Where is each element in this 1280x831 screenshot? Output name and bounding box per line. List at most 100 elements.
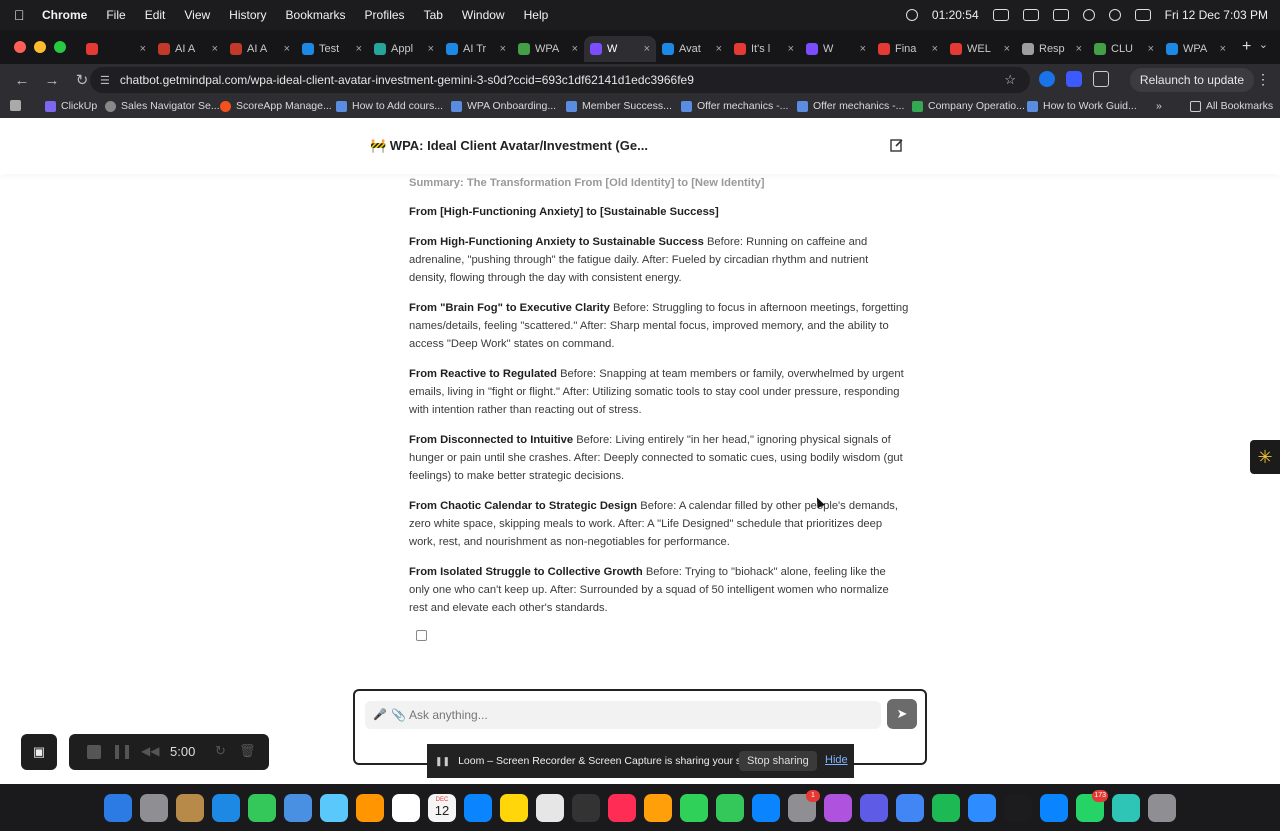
control-center-icon[interactable]: [1134, 9, 1151, 21]
dock-app-icon[interactable]: [464, 793, 492, 822]
keyboard-icon[interactable]: [1022, 9, 1039, 21]
dock-app-icon[interactable]: [608, 793, 636, 822]
menu-edit[interactable]: Edit: [145, 8, 166, 22]
new-tab-button[interactable]: +: [1242, 38, 1251, 56]
close-tab-icon[interactable]: ×: [644, 43, 650, 55]
dock-app-icon[interactable]: [932, 793, 960, 822]
tab-search-chevron-icon[interactable]: ⌄: [1259, 38, 1268, 51]
bookmark-item[interactable]: Offer mechanics -...: [681, 100, 788, 112]
all-bookmarks[interactable]: All Bookmarks: [1190, 100, 1273, 112]
bookmark-item[interactable]: Offer mechanics -...: [797, 100, 904, 112]
stop-sharing-button[interactable]: Stop sharing: [739, 751, 817, 771]
browser-tab[interactable]: Resp ×: [1016, 36, 1088, 62]
close-tab-icon[interactable]: ×: [716, 43, 722, 55]
apple-menu-icon[interactable]: : [14, 8, 28, 22]
close-tab-icon[interactable]: ×: [932, 43, 938, 55]
dock-app-icon[interactable]: [140, 793, 168, 822]
bookmarks-overflow-icon[interactable]: »: [1156, 100, 1162, 112]
dock-app-icon[interactable]: [716, 793, 744, 822]
trash-icon[interactable]: 🗑: [239, 743, 256, 759]
browser-tab[interactable]: AI A ×: [152, 36, 224, 62]
site-settings-icon[interactable]: ☰: [100, 74, 110, 87]
bookmark-item[interactable]: Member Success...: [566, 100, 672, 112]
back-arrow-icon[interactable]: ←: [14, 72, 30, 89]
browser-tab[interactable]: WPA ×: [1160, 36, 1232, 62]
menu-view[interactable]: View: [184, 8, 210, 22]
extension-icon[interactable]: [1039, 71, 1055, 87]
zoom-window-button[interactable]: [54, 41, 66, 53]
browser-tab[interactable]: Appl ×: [368, 36, 440, 62]
menu-app-name[interactable]: Chrome: [42, 8, 87, 22]
browser-tab[interactable]: Avat ×: [656, 36, 728, 62]
close-tab-icon[interactable]: ×: [284, 43, 290, 55]
bookmark-item[interactable]: Sales Navigator Se...: [105, 100, 220, 112]
close-tab-icon[interactable]: ×: [1220, 43, 1226, 55]
close-tab-icon[interactable]: ×: [1076, 43, 1082, 55]
stop-record-icon[interactable]: [87, 745, 101, 759]
menu-profiles[interactable]: Profiles: [365, 8, 405, 22]
timer-status[interactable]: 01:20:54: [932, 8, 979, 22]
dock-app-icon[interactable]: [752, 793, 780, 822]
browser-tab[interactable]: AI A ×: [224, 36, 296, 62]
dock-app-icon[interactable]: [860, 793, 888, 822]
address-bar[interactable]: ☰ chatbot.getmindpal.com/wpa-ideal-clien…: [90, 67, 1030, 93]
edit-icon[interactable]: [890, 138, 904, 152]
menu-window[interactable]: Window: [462, 8, 505, 22]
dock-app-icon[interactable]: [644, 793, 672, 822]
dock-app-icon[interactable]: [1148, 793, 1176, 822]
extension-icon[interactable]: [1066, 71, 1082, 87]
menu-bookmarks[interactable]: Bookmarks: [286, 8, 346, 22]
bookmark-star-icon[interactable]: ☆: [1004, 72, 1016, 88]
dock-app-icon[interactable]: 1: [788, 789, 820, 822]
dock-app-icon[interactable]: [1004, 793, 1032, 822]
url-text[interactable]: chatbot.getmindpal.com/wpa-ideal-client-…: [120, 73, 694, 87]
dock-app-icon[interactable]: [248, 793, 276, 822]
menu-file[interactable]: File: [106, 8, 125, 22]
copy-icon[interactable]: [416, 630, 427, 641]
browser-tab[interactable]: Fina ×: [872, 36, 944, 62]
browser-tab[interactable]: ×: [80, 36, 152, 62]
clock[interactable]: Fri 12 Dec 7:03 PM: [1165, 8, 1268, 22]
apps-grid-icon[interactable]: [10, 100, 21, 111]
dock-app-icon[interactable]: [896, 793, 924, 822]
close-tab-icon[interactable]: ×: [788, 43, 794, 55]
restart-icon[interactable]: ↻: [215, 743, 226, 759]
dock-app-icon[interactable]: [320, 793, 348, 822]
sparkle-widget-icon[interactable]: ✳: [1250, 440, 1280, 474]
dock-app-icon[interactable]: [680, 793, 708, 822]
dock-app-icon[interactable]: [536, 793, 564, 822]
wifi-icon[interactable]: [1082, 9, 1095, 21]
forward-arrow-icon[interactable]: →: [44, 72, 60, 89]
dock-app-icon[interactable]: [968, 793, 996, 822]
bookmark-item[interactable]: How to Work Guid...: [1027, 100, 1137, 112]
dock-app-icon[interactable]: [1112, 793, 1140, 822]
spotlight-search-icon[interactable]: [1108, 9, 1121, 21]
close-tab-icon[interactable]: ×: [860, 43, 866, 55]
browser-tab[interactable]: WPA ×: [512, 36, 584, 62]
close-tab-icon[interactable]: ×: [356, 43, 362, 55]
close-tab-icon[interactable]: ×: [428, 43, 434, 55]
dock-app-icon[interactable]: [500, 793, 528, 822]
browser-tab[interactable]: Test ×: [296, 36, 368, 62]
browser-tab[interactable]: W ×: [800, 36, 872, 62]
browser-tab[interactable]: CLU ×: [1088, 36, 1160, 62]
pause-record-icon[interactable]: [115, 745, 129, 759]
message-input[interactable]: [409, 705, 869, 725]
dock-app-icon[interactable]: [176, 793, 204, 822]
send-button[interactable]: ➤: [887, 699, 917, 729]
microphone-icon[interactable]: 🎤: [373, 709, 387, 721]
browser-tab[interactable]: WEL ×: [944, 36, 1016, 62]
bookmark-item[interactable]: ClickUp: [45, 100, 97, 112]
menu-history[interactable]: History: [229, 8, 266, 22]
close-tab-icon[interactable]: ×: [572, 43, 578, 55]
dock-app-icon[interactable]: [392, 793, 420, 822]
dock-app-icon[interactable]: [824, 793, 852, 822]
browser-tab[interactable]: It's l ×: [728, 36, 800, 62]
bookmark-item[interactable]: Company Operatio...: [912, 100, 1025, 112]
dock-app-icon[interactable]: [212, 793, 240, 822]
close-window-button[interactable]: [14, 41, 26, 53]
close-tab-icon[interactable]: ×: [500, 43, 506, 55]
dock-app-icon[interactable]: [356, 793, 384, 822]
bookmark-item[interactable]: WPA Onboarding...: [451, 100, 556, 112]
bookmark-item[interactable]: How to Add cours...: [336, 100, 443, 112]
